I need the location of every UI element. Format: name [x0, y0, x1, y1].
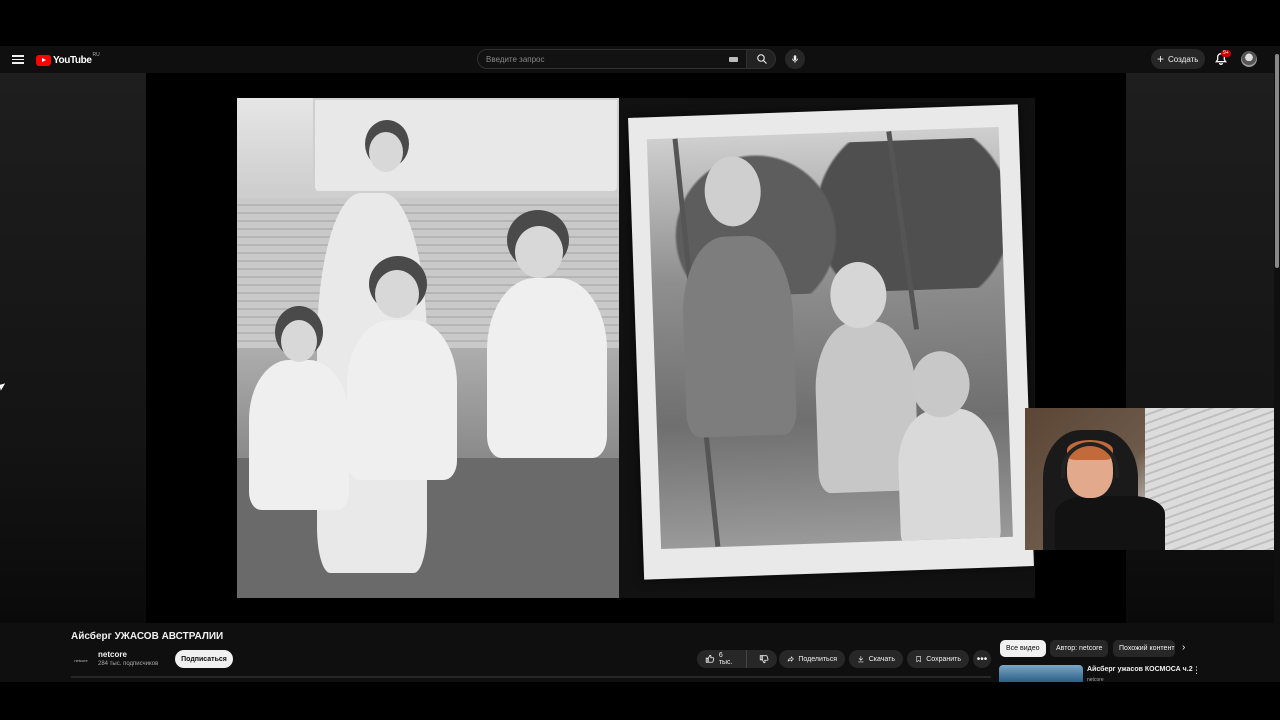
kebab-menu-icon[interactable]: ⋮ — [1192, 665, 1201, 676]
like-count: 6 тыс. — [718, 652, 733, 666]
chip-by-author[interactable]: Автор: netcore — [1050, 640, 1109, 657]
download-label: Скачать — [868, 655, 895, 663]
figure-child-3 — [487, 278, 607, 458]
chip-related[interactable]: Похожий контент — [1113, 640, 1175, 657]
create-label: Создать — [1168, 54, 1199, 64]
share-label: Поделиться — [798, 655, 837, 663]
description-divider — [71, 676, 991, 678]
family-photo-right — [628, 104, 1034, 580]
streamer-body — [1055, 496, 1165, 550]
recommendation-channel[interactable]: netcore — [1087, 677, 1104, 683]
logo-text: YouTube — [53, 54, 92, 66]
dislike-button[interactable] — [751, 650, 777, 668]
search-icon — [757, 54, 767, 64]
chevron-right-icon[interactable]: › — [1182, 642, 1185, 653]
scrollbar-thumb[interactable] — [1275, 54, 1279, 268]
thumbs-up-icon — [705, 654, 715, 663]
figure-child-2 — [347, 320, 457, 480]
microphone-icon — [792, 55, 798, 63]
voice-search-button[interactable] — [785, 49, 805, 69]
notification-badge: 9+ — [1221, 50, 1231, 57]
search-box — [477, 49, 747, 69]
search-button[interactable] — [746, 49, 776, 69]
subscriber-count: 284 тыс. подписчиков — [98, 661, 159, 667]
photo-right-image — [646, 127, 1013, 550]
recommendation-thumbnail[interactable] — [999, 665, 1083, 682]
youtube-logo[interactable]: YouTube RU — [36, 52, 100, 68]
thumbs-down-icon — [759, 655, 769, 664]
figure-child-1 — [249, 360, 349, 510]
caravan-shape — [313, 98, 619, 193]
channel-avatar[interactable]: netcore — [71, 650, 91, 670]
menu-icon[interactable] — [12, 53, 24, 65]
youtube-play-icon — [36, 54, 51, 66]
share-button[interactable]: Поделиться — [779, 650, 845, 668]
video-ambient-left — [0, 73, 146, 623]
webcam-wall — [1145, 408, 1280, 550]
masthead: YouTube RU + Создать 9+ — [0, 46, 1280, 73]
keyboard-icon[interactable] — [729, 57, 738, 62]
user-avatar[interactable] — [1241, 51, 1257, 67]
logo-region: RU — [92, 52, 100, 58]
figure-mother-face — [369, 132, 403, 172]
download-button[interactable]: Скачать — [849, 650, 903, 668]
recommendation-title[interactable]: Айсберг ужасов КОСМОСА ч.2 — [1087, 666, 1193, 673]
create-button[interactable]: + Создать — [1151, 49, 1205, 69]
video-title: Айсберг УЖАСОВ АВСТРАЛИИ — [71, 631, 224, 642]
more-actions-button[interactable]: ••• — [973, 650, 991, 668]
figure-child-3-face — [515, 226, 563, 278]
family-photo-left — [237, 98, 619, 598]
download-icon — [858, 656, 864, 663]
search-input[interactable] — [486, 50, 716, 68]
webcam-overlay — [1025, 408, 1280, 550]
like-button[interactable]: 6 тыс. — [697, 650, 747, 668]
share-icon — [787, 656, 794, 662]
figure-child-1-face — [281, 320, 317, 362]
chip-all-videos[interactable]: Все видео — [1000, 640, 1046, 657]
figure-child-2-face — [375, 270, 419, 318]
plus-icon: + — [1157, 52, 1165, 66]
like-dislike-group: 6 тыс. — [697, 650, 777, 668]
save-label: Сохранить — [926, 655, 961, 663]
channel-name[interactable]: netcore — [98, 650, 127, 659]
save-button[interactable]: Сохранить — [907, 650, 969, 668]
subscribe-button[interactable]: Подписаться — [175, 650, 233, 668]
save-icon — [916, 655, 921, 663]
figure-boy — [896, 407, 1002, 550]
video-player[interactable] — [146, 73, 1126, 623]
figure-girl — [680, 234, 798, 439]
